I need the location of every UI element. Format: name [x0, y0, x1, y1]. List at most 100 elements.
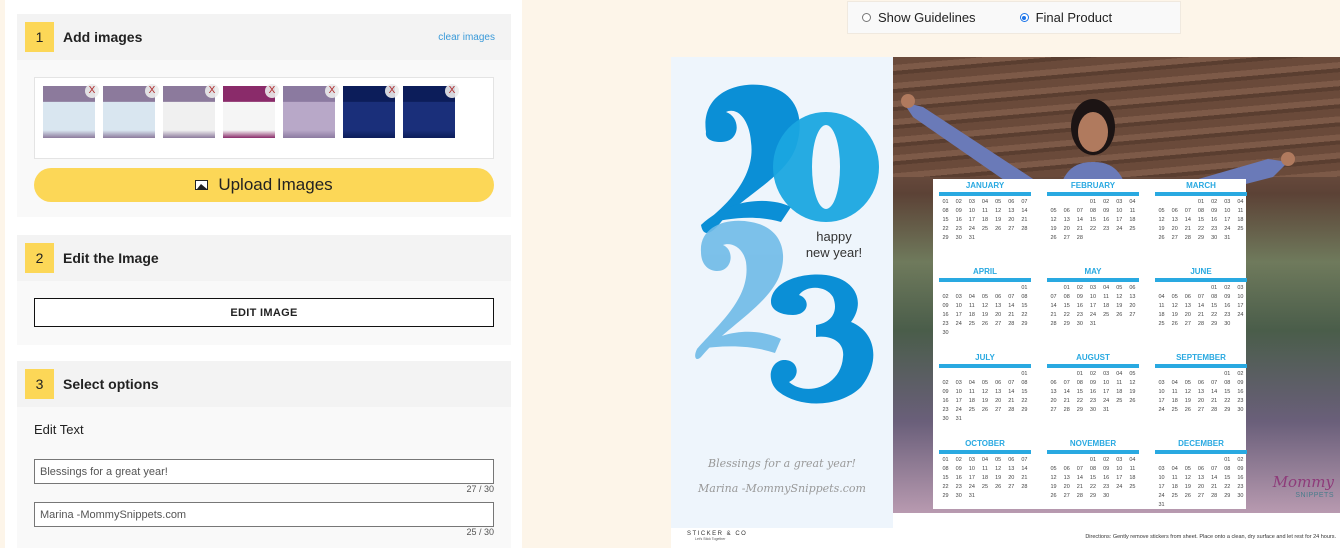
calendar-day: 05	[1184, 380, 1191, 386]
calendar-day: 30	[1224, 321, 1231, 327]
radio-selected-icon	[1019, 13, 1029, 22]
remove-image-icon[interactable]: X	[385, 84, 399, 98]
digit-3	[770, 274, 874, 404]
calendar-day: 12	[1050, 475, 1057, 481]
image-thumbnail[interactable]: X	[163, 84, 219, 138]
remove-image-icon[interactable]: X	[265, 84, 279, 98]
radio-unselected-icon	[862, 13, 871, 22]
calendar-day: 04	[1171, 466, 1178, 472]
remove-image-icon[interactable]: X	[445, 84, 459, 98]
calendar-day: 30	[955, 235, 962, 241]
calendar-day: 31	[968, 493, 975, 499]
calendar-day: 17	[1224, 217, 1231, 223]
calendar-day: 01	[1197, 199, 1205, 205]
calendar-day: 26	[1129, 398, 1136, 404]
calendar-day: 30	[1211, 235, 1218, 241]
edit-text-label: Edit Text	[34, 422, 84, 437]
upload-images-button[interactable]: Upload Images	[34, 168, 494, 202]
calendar-day: 22	[1063, 312, 1070, 318]
day-grid: 01 02 03 04 05 06 07 08 09 10 11 12 13 14 15 16 17 18 19 20…	[939, 371, 1031, 423]
calendar-day: 19	[1184, 398, 1191, 404]
calendar-day: 02	[942, 380, 949, 386]
calendar-day: 29	[942, 493, 949, 499]
image-thumbnails: XXXXXXX	[34, 77, 494, 159]
calendar-day: 30	[1237, 493, 1244, 499]
calendar-day: 05	[1171, 294, 1178, 300]
message-line-1-input[interactable]: Blessings for a great year!	[34, 459, 494, 484]
calendar-day: 20	[995, 398, 1002, 404]
remove-image-icon[interactable]: X	[145, 84, 159, 98]
empty-day	[992, 371, 1005, 378]
calendar-day: 07	[1063, 380, 1070, 386]
weekday-header	[939, 278, 1031, 282]
image-thumbnail[interactable]: X	[43, 84, 99, 138]
calendar-day: 16	[1103, 475, 1110, 481]
calendar-day: 17	[1103, 389, 1110, 395]
calendar-day: 30	[1076, 321, 1083, 327]
edit-image-button[interactable]: EDIT IMAGE	[34, 298, 494, 327]
calendar-day: 25	[981, 484, 989, 490]
empty-day	[1060, 371, 1073, 378]
calendar-day: 29	[1197, 235, 1205, 241]
calendar-day: 03	[1158, 466, 1165, 472]
calendar-day: 11	[1171, 475, 1178, 481]
clear-images-link[interactable]: clear images	[438, 32, 495, 43]
image-thumbnail[interactable]: X	[103, 84, 159, 138]
calendar-day: 15	[942, 475, 949, 481]
calendar-day: 26	[1158, 235, 1165, 241]
greeting-line-1: happy	[816, 229, 852, 244]
calendar-day: 05	[1050, 208, 1057, 214]
remove-image-icon[interactable]: X	[85, 84, 99, 98]
final-product-radio[interactable]: Final Product	[1019, 10, 1113, 25]
calendar-day: 23	[955, 226, 962, 232]
calendar-day: 04	[968, 380, 975, 386]
calendar-day: 21	[1197, 312, 1205, 318]
calendar-day: 20	[1129, 303, 1136, 309]
calendar-day: 07	[1076, 208, 1083, 214]
calendar-day: 29	[1224, 407, 1231, 413]
weekday-header	[1155, 364, 1247, 368]
calendar-day: 28	[1184, 235, 1191, 241]
radio-label: Final Product	[1035, 10, 1113, 25]
brand-logo: STICKER & CO Let's Stick Together	[687, 531, 747, 541]
image-thumbnail[interactable]: X	[223, 84, 279, 138]
remove-image-icon[interactable]: X	[205, 84, 219, 98]
calendar-day: 14	[1008, 389, 1015, 395]
calendar-day: 20	[1184, 312, 1191, 318]
calendar-day: 23	[1103, 226, 1110, 232]
calendar-day: 01	[1211, 285, 1218, 291]
calendar-day: 19	[1184, 484, 1191, 490]
empty-day	[1047, 371, 1060, 378]
calendar-day: 02	[955, 457, 962, 463]
calendar-day: 20	[995, 312, 1002, 318]
day-grid: 01 02 03 04 05 06 07 08 09 10 11 12 13 14 15 16 17 18 19 20…	[939, 457, 1031, 500]
calendar-month: JUNE 01 02 03 04 05 06 07 08 09 10 11 12 13 14 15 16 17 18…	[1155, 267, 1247, 328]
calendar-day: 01	[1063, 285, 1070, 291]
empty-day	[1181, 285, 1194, 292]
remove-image-icon[interactable]: X	[325, 84, 339, 98]
calendar-day: 21	[1076, 484, 1083, 490]
directions-text: Directions: Gently remove stickers from …	[1085, 534, 1336, 540]
calendar-day: 30	[1103, 493, 1110, 499]
image-thumbnail[interactable]: X	[283, 84, 339, 138]
calendar-day: 13	[1129, 294, 1136, 300]
calendar-day: 31	[1089, 321, 1097, 327]
calendar-day: 12	[1158, 217, 1165, 223]
empty-day	[1060, 199, 1073, 206]
calendar-day: 24	[968, 226, 975, 232]
empty-day	[1060, 457, 1073, 464]
calendar-day: 17	[1237, 303, 1244, 309]
section-header: 2 Edit the Image	[17, 235, 511, 281]
message-line-2-input[interactable]: Marina -MommySnippets.com	[34, 502, 494, 527]
calendar-day: 26	[1184, 493, 1191, 499]
calendar-day: 03	[1089, 285, 1097, 291]
show-guidelines-radio[interactable]: Show Guidelines	[862, 10, 976, 25]
empty-day	[1005, 371, 1018, 378]
calendar-day: 22	[1224, 398, 1231, 404]
calendar-day: 17	[1158, 484, 1165, 490]
calendar-day: 11	[968, 303, 975, 309]
image-thumbnail[interactable]: X	[343, 84, 399, 138]
image-thumbnail[interactable]: X	[403, 84, 459, 138]
calendar-day: 10	[1224, 208, 1231, 214]
calendar-day: 13	[1008, 208, 1015, 214]
